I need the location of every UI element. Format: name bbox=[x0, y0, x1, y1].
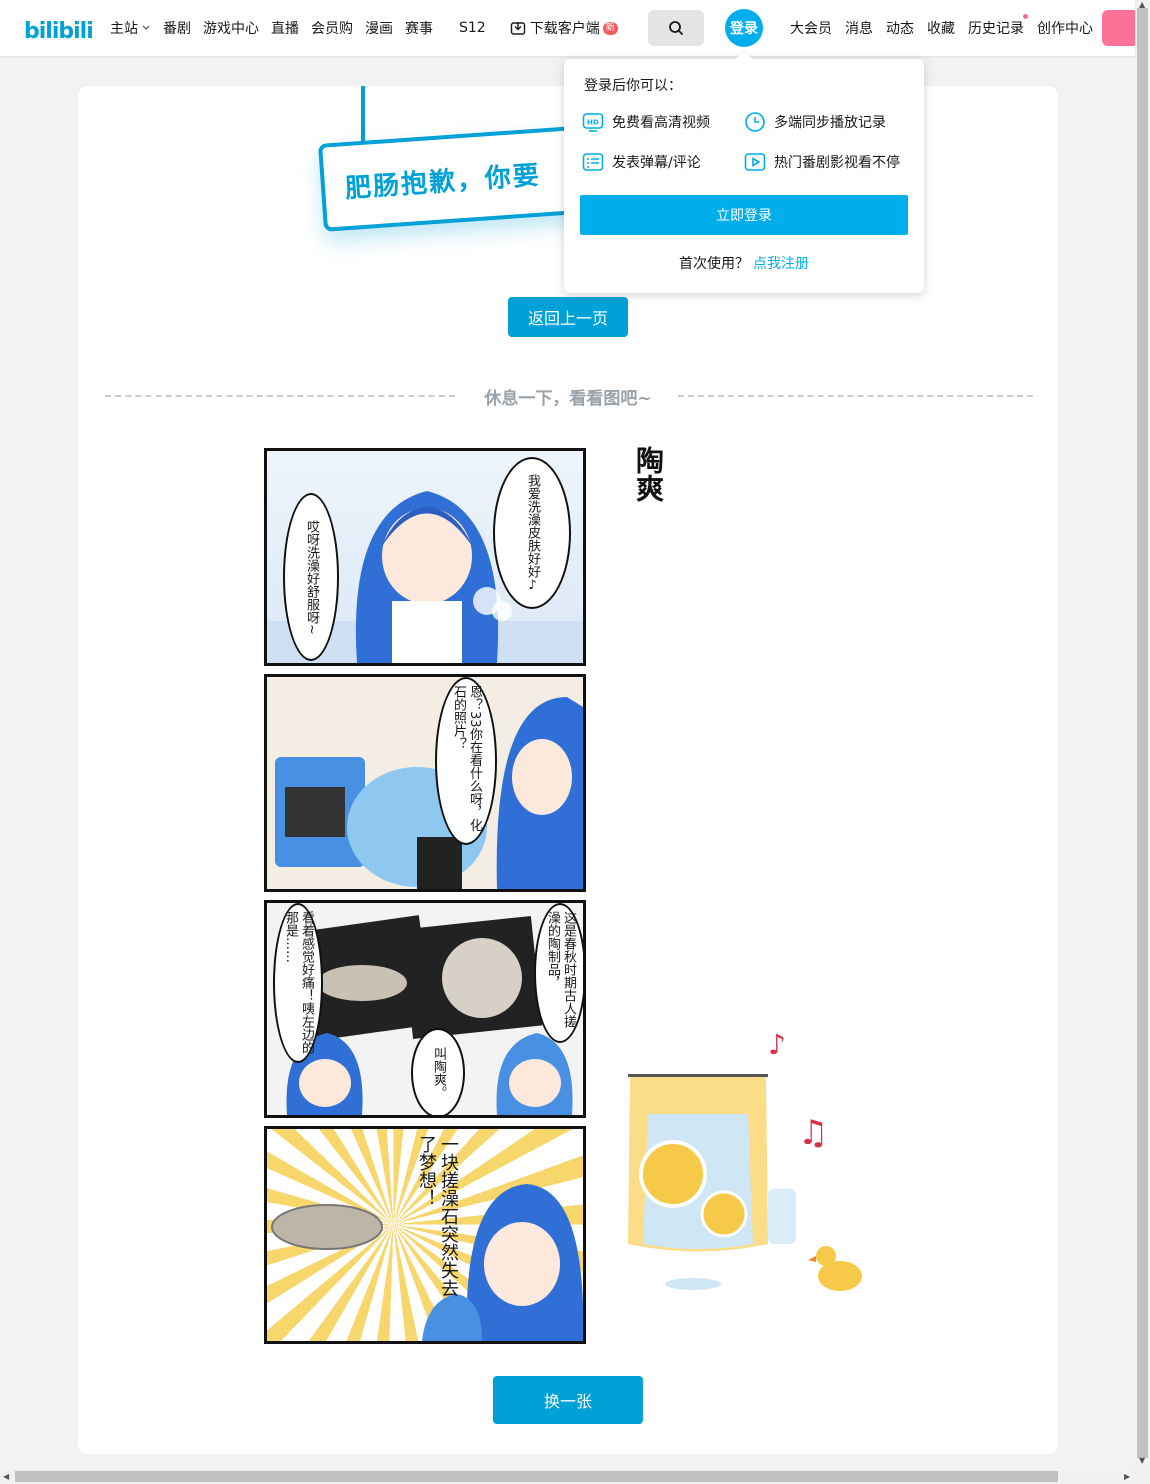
upload-button[interactable] bbox=[1102, 10, 1135, 46]
change-image-button[interactable]: 换一张 bbox=[493, 1376, 643, 1424]
bilibili-logo[interactable]: bilibili bbox=[24, 10, 96, 46]
login-avatar-button[interactable]: 登录 bbox=[725, 9, 763, 47]
speech-bubble: 看着感觉好痛！咦左边的那是…… bbox=[273, 903, 323, 1063]
nav-esports[interactable]: 赛事 bbox=[405, 18, 433, 38]
scroll-left-arrow[interactable]: ◀ bbox=[3, 1472, 9, 1481]
nav-live[interactable]: 直播 bbox=[271, 18, 299, 38]
svg-text:HD: HD bbox=[587, 119, 599, 127]
first-use-text: 首次使用？ bbox=[679, 256, 749, 272]
nav-dynamic[interactable]: 动态 bbox=[886, 18, 914, 38]
bath-curtain-illustration: ♪ ♫ bbox=[628, 1034, 862, 1291]
nav-left: 主站 番剧 游戏中心 直播 会员购 漫画 赛事 S12 下载客户端 新 bbox=[110, 0, 630, 56]
benefit-label: 免费看高清视频 bbox=[612, 115, 710, 131]
login-popover: 登录后你可以： HD 免费看高清视频 多端同步播放记录 发表弹幕/评论 热门番剧… bbox=[564, 50, 924, 293]
nav-favorites[interactable]: 收藏 bbox=[927, 18, 955, 38]
error-sign-text: 肥肠抱歉，你要 bbox=[344, 160, 542, 204]
nav-manga[interactable]: 漫画 bbox=[365, 18, 393, 38]
divider-text: 休息一下，看看图吧~ bbox=[484, 389, 652, 409]
benefit-danmaku: 发表弹幕/评论 bbox=[582, 151, 701, 173]
nav-shop[interactable]: 会员购 bbox=[311, 18, 353, 38]
comic-title: 陶爽 bbox=[632, 446, 665, 502]
benefit-sync-history: 多端同步播放记录 bbox=[744, 111, 886, 133]
register-link[interactable]: 点我注册 bbox=[753, 256, 809, 272]
svg-text:♫: ♫ bbox=[798, 1113, 828, 1153]
download-label: 下载客户端 bbox=[529, 21, 600, 37]
comic-strip: 我爱洗澡皮肤好好♪ 哎呀洗澡好舒服呀~ 恩？33你在看什么呀，化石的照片？ 这是… bbox=[264, 448, 586, 1346]
benefit-hd-video: HD 免费看高清视频 bbox=[582, 111, 710, 133]
download-icon bbox=[510, 22, 525, 35]
nav-vip[interactable]: 大会员 bbox=[790, 18, 832, 38]
nav-creator-center[interactable]: 创作中心 bbox=[1037, 18, 1093, 38]
danmaku-icon bbox=[582, 153, 604, 171]
nav-main-site-label: 主站 bbox=[110, 21, 138, 37]
speech-bubble: 我爱洗澡皮肤好好♪ bbox=[493, 457, 571, 609]
clock-icon bbox=[745, 112, 765, 132]
speech-bubble: 叫陶爽。 bbox=[411, 1028, 465, 1115]
nav-history[interactable]: 历史记录 bbox=[968, 14, 1028, 38]
play-icon bbox=[744, 153, 766, 171]
popover-footer: 首次使用？ 点我注册 bbox=[564, 253, 924, 273]
scroll-down-arrow[interactable]: ▼ bbox=[1139, 1456, 1145, 1465]
comic-panel-3: 这是春秋时期古人搓澡的陶制品， 看着感觉好痛！咦左边的那是…… 叫陶爽。 bbox=[264, 900, 586, 1118]
popover-title: 登录后你可以： bbox=[584, 78, 682, 94]
nav-s12[interactable]: S12 bbox=[459, 20, 486, 36]
vertical-scrollbar[interactable]: ▲ ▼ bbox=[1135, 0, 1150, 1469]
horizontal-scrollbar[interactable]: ◀ ▶ bbox=[0, 1469, 1150, 1484]
comic-panel-4: 一块搓澡石突然失去了梦想！ bbox=[264, 1126, 586, 1344]
divider-line-right bbox=[678, 395, 1033, 397]
notification-dot bbox=[1023, 14, 1028, 19]
download-client-link[interactable]: 下载客户端 新 bbox=[510, 18, 618, 38]
nav-anime[interactable]: 番剧 bbox=[163, 18, 191, 38]
vertical-scroll-thumb[interactable] bbox=[1137, 8, 1148, 1458]
benefit-label: 发表弹幕/评论 bbox=[612, 155, 701, 171]
search-icon bbox=[669, 21, 684, 36]
top-header: bilibili 主站 番剧 游戏中心 直播 会员购 漫画 赛事 S12 下载客… bbox=[0, 0, 1135, 56]
nav-history-label: 历史记录 bbox=[968, 21, 1024, 37]
svg-text:♪: ♪ bbox=[768, 1034, 786, 1061]
svg-text:bilibili: bilibili bbox=[24, 19, 93, 44]
benefit-label: 热门番剧影视看不停 bbox=[774, 155, 900, 171]
nav-messages[interactable]: 消息 bbox=[845, 18, 873, 38]
benefit-label: 多端同步播放记录 bbox=[774, 115, 886, 131]
nav-main-site[interactable]: 主站 bbox=[110, 18, 151, 38]
caption-text: 一块搓澡石突然失去了梦想！ bbox=[416, 1135, 459, 1297]
comic-panel-1: 我爱洗澡皮肤好好♪ 哎呀洗澡好舒服呀~ bbox=[264, 448, 586, 666]
nav-right: 大会员 消息 动态 收藏 历史记录 创作中心 bbox=[790, 0, 1106, 56]
benefit-anime: 热门番剧影视看不停 bbox=[744, 151, 900, 173]
speech-bubble: 哎呀洗澡好舒服呀~ bbox=[283, 493, 339, 661]
nav-game-center[interactable]: 游戏中心 bbox=[203, 18, 259, 38]
chevron-down-icon bbox=[142, 25, 150, 30]
login-now-button[interactable]: 立即登录 bbox=[580, 195, 908, 235]
scroll-right-arrow[interactable]: ▶ bbox=[1124, 1472, 1130, 1481]
comic-panel-2: 恩？33你在看什么呀，化石的照片？ bbox=[264, 674, 586, 892]
search-button[interactable] bbox=[648, 10, 704, 46]
back-button[interactable]: 返回上一页 bbox=[508, 297, 628, 337]
speech-bubble: 恩？33你在看什么呀，化石的照片？ bbox=[435, 677, 497, 845]
divider-line-left bbox=[105, 395, 455, 397]
speech-bubble: 这是春秋时期古人搓澡的陶制品， bbox=[534, 903, 583, 1043]
comic-character-image bbox=[275, 697, 583, 889]
hd-icon: HD bbox=[582, 113, 604, 132]
horizontal-scroll-thumb[interactable] bbox=[15, 1471, 1058, 1482]
new-badge: 新 bbox=[602, 21, 618, 35]
